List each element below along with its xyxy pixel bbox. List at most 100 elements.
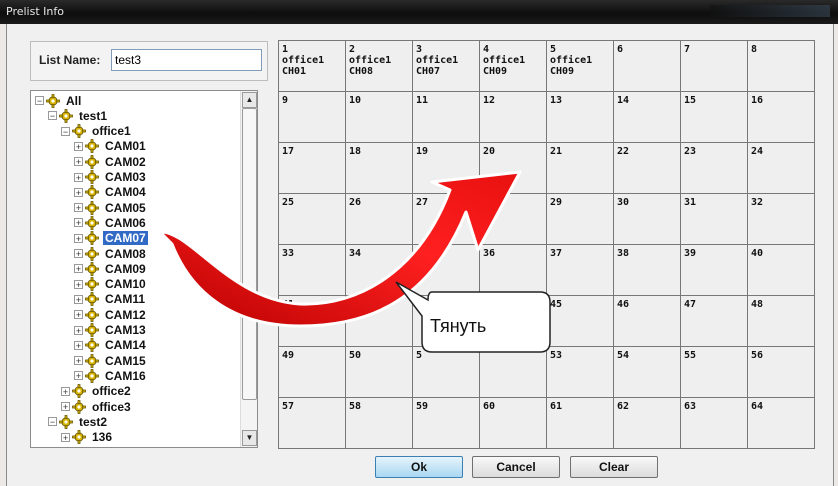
grid-cell[interactable]: 45 (547, 296, 614, 347)
tree-node[interactable]: + CAM10 (74, 277, 148, 292)
grid-cell[interactable]: 5 (413, 347, 480, 398)
expand-icon[interactable]: + (74, 141, 83, 151)
tree-node[interactable]: + CAM15 (74, 353, 148, 368)
grid-cell[interactable]: 27 (413, 194, 480, 245)
grid-cell[interactable]: 36 (480, 245, 547, 296)
grid-cell[interactable]: 60 (480, 398, 547, 449)
expand-icon[interactable]: + (61, 402, 70, 412)
tree-node[interactable]: + CAM06 (74, 215, 148, 230)
tree-node[interactable]: +136 (61, 430, 114, 445)
grid-cell[interactable]: 37 (547, 245, 614, 296)
grid-cell[interactable]: 63 (681, 398, 748, 449)
tree-node[interactable]: + CAM03 (74, 170, 148, 185)
grid-cell[interactable]: 13 (547, 92, 614, 143)
grid-cell[interactable]: 25 (279, 194, 346, 245)
grid-cell[interactable]: 8 (748, 41, 815, 92)
tree-node[interactable]: + CAM04 (74, 185, 148, 200)
scroll-up-arrow-icon[interactable]: ▲ (242, 92, 257, 108)
grid-cell[interactable]: 22 (614, 143, 681, 194)
tree-node[interactable]: − office1 (61, 124, 133, 139)
expand-icon[interactable]: + (74, 203, 83, 213)
grid-cell[interactable]: 41 (279, 296, 346, 347)
expand-icon[interactable]: + (74, 325, 83, 335)
tree-node[interactable]: + CAM02 (74, 154, 148, 169)
grid-cell[interactable]: 49 (279, 347, 346, 398)
grid-cell[interactable]: 34 (346, 245, 413, 296)
grid-cell[interactable]: 31 (681, 194, 748, 245)
grid-cell[interactable] (480, 347, 547, 398)
grid-cell[interactable]: 62 (614, 398, 681, 449)
grid-cell[interactable]: 7 (681, 41, 748, 92)
grid-cell[interactable]: 56 (748, 347, 815, 398)
expand-icon[interactable]: + (74, 233, 83, 243)
scroll-down-arrow-icon[interactable]: ▼ (242, 430, 257, 446)
tree-node[interactable]: + CAM08 (74, 246, 148, 261)
expand-icon[interactable]: + (74, 264, 83, 274)
expand-icon[interactable]: + (74, 294, 83, 304)
grid-cell[interactable]: 38 (614, 245, 681, 296)
expand-icon[interactable]: + (74, 218, 83, 228)
expand-icon[interactable]: + (74, 187, 83, 197)
expand-icon[interactable]: + (74, 249, 83, 259)
grid-cell[interactable]: 18 (346, 143, 413, 194)
grid-cell[interactable]: 10 (346, 92, 413, 143)
camera-tree[interactable]: − All − test1− office1 + CAM01 + CAM02 + CAM03 + CAM… (30, 90, 258, 448)
grid-cell[interactable]: 48 (748, 296, 815, 347)
grid-cell[interactable]: 46 (614, 296, 681, 347)
expand-icon[interactable]: + (74, 310, 83, 320)
grid-cell[interactable]: 17 (279, 143, 346, 194)
grid-cell[interactable]: 1 office1 CH01 (279, 41, 346, 92)
grid-cell[interactable]: 40 (748, 245, 815, 296)
tree-node[interactable]: − All (35, 93, 83, 108)
expand-icon[interactable]: + (74, 279, 83, 289)
grid-cell[interactable]: 21 (547, 143, 614, 194)
tree-node[interactable]: + CAM05 (74, 200, 148, 215)
grid-cell[interactable]: 64 (748, 398, 815, 449)
grid-cell[interactable]: 3 office1 CH07 (413, 41, 480, 92)
expand-icon[interactable]: + (74, 172, 83, 182)
grid-cell[interactable]: 9 (279, 92, 346, 143)
grid-cell[interactable]: 55 (681, 347, 748, 398)
grid-cell[interactable]: 6 (614, 41, 681, 92)
grid-cell[interactable]: 26 (346, 194, 413, 245)
expand-icon[interactable]: + (74, 371, 83, 381)
grid-cell[interactable]: 42 (346, 296, 413, 347)
tree-node[interactable]: + office2 (61, 384, 133, 399)
grid-cell[interactable]: 59 (413, 398, 480, 449)
tree-node[interactable]: + CAM11 (74, 292, 147, 307)
tree-node[interactable]: − test1 (48, 108, 109, 123)
expand-icon[interactable]: + (74, 157, 83, 167)
tree-node[interactable]: + CAM12 (74, 307, 148, 322)
grid-cell[interactable]: 11 (413, 92, 480, 143)
grid-cell[interactable]: 32 (748, 194, 815, 245)
tree-node[interactable]: − test2 (48, 414, 109, 429)
grid-cell[interactable]: 20 (480, 143, 547, 194)
grid-cell[interactable]: 57 (279, 398, 346, 449)
grid-cell[interactable]: 28 (480, 194, 547, 245)
grid-cell[interactable]: 12 (480, 92, 547, 143)
grid-cell[interactable]: 15 (681, 92, 748, 143)
expand-icon[interactable]: + (74, 340, 83, 350)
grid-cell[interactable]: 61 (547, 398, 614, 449)
grid-cell[interactable]: 54 (614, 347, 681, 398)
grid-cell[interactable]: 50 (346, 347, 413, 398)
tree-node[interactable]: + CAM09 (74, 261, 148, 276)
expand-icon[interactable]: + (61, 386, 70, 396)
grid-cell[interactable]: 47 (681, 296, 748, 347)
grid-cell[interactable]: 19 (413, 143, 480, 194)
grid-cell[interactable]: 23 (681, 143, 748, 194)
expand-icon[interactable]: + (61, 432, 70, 442)
grid-cell[interactable]: 33 (279, 245, 346, 296)
grid-cell[interactable] (413, 245, 480, 296)
grid-cell[interactable]: 14 (614, 92, 681, 143)
grid-cell[interactable]: 2 office1 CH08 (346, 41, 413, 92)
grid-cell[interactable]: 29 (547, 194, 614, 245)
scroll-thumb[interactable] (242, 108, 257, 400)
grid-cell[interactable]: 58 (346, 398, 413, 449)
collapse-icon[interactable]: − (35, 96, 44, 106)
tree-node[interactable]: + CAM16 (74, 368, 148, 383)
tree-node[interactable]: + CAM13 (74, 323, 148, 338)
grid-cell[interactable]: 53 (547, 347, 614, 398)
tree-node[interactable]: + CAM01 (74, 139, 148, 154)
grid-cell[interactable]: 24 (748, 143, 815, 194)
